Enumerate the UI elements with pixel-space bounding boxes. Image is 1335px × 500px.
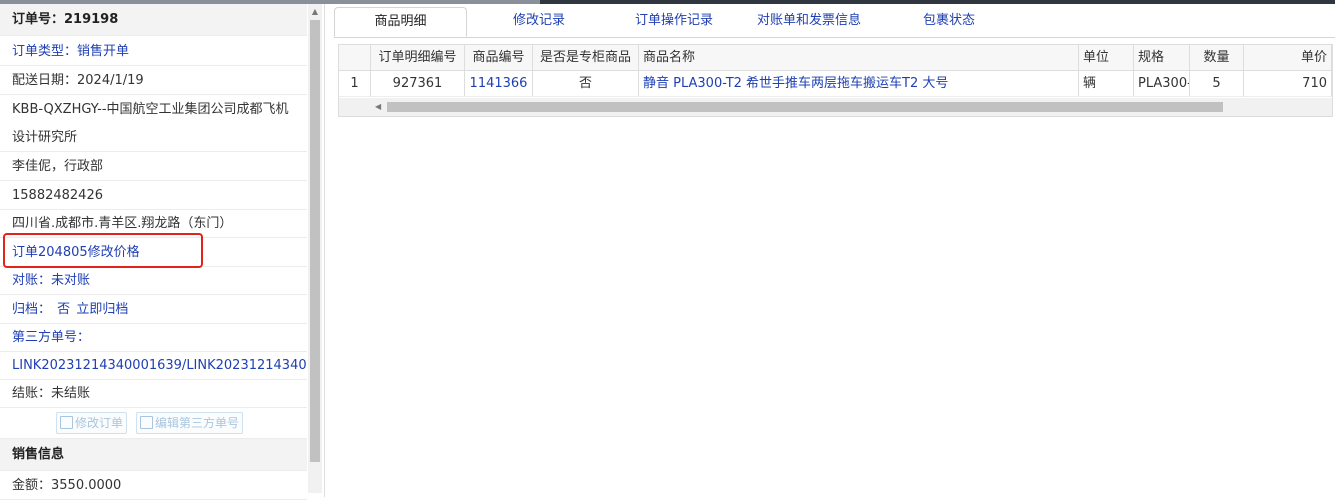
edit-icon [140,416,153,429]
company-name-line2: 设计研究所 [0,124,307,152]
archive-label: 归档： [12,302,52,317]
column-header-quantity[interactable]: 数量 [1190,45,1244,71]
edit-icon [60,416,73,429]
tab-package-status[interactable]: 包裹状态 [899,7,999,37]
scroll-up-icon[interactable]: ▲ [310,7,320,17]
column-header-product-id[interactable]: 商品编号 [465,45,533,71]
tab-statement-invoice[interactable]: 对账单和发票信息 [739,7,879,37]
sales-amount: 金额：3550.0000 [0,472,307,500]
column-header-spec[interactable]: 规格 [1134,45,1190,71]
tab-product-details[interactable]: 商品明细 [334,7,467,37]
archive-status: 归档： 否 立即归档 [0,296,307,324]
row-index: 1 [339,71,371,97]
column-header-unit[interactable]: 单位 [1079,45,1134,71]
order-type: 订单类型：销售开单 [0,38,307,66]
order-number-title: 订单号：219198 [0,4,307,36]
product-id-link[interactable]: 1141366 [465,71,533,97]
contact-phone: 15882482426 [0,182,307,210]
settlement-status: 结账：未结账 [0,380,307,408]
order-actions: 修改订单 编辑第三方单号 [0,408,307,439]
product-table: 订单明细编号 商品编号 是否是专柜商品 商品名称 单位 规格 数量 单价 1 9… [338,44,1333,117]
third-party-numbers[interactable]: LINK20231214340001639/LINK20231214340001… [0,352,307,380]
reconcile-status: 对账：未对账 [0,267,307,295]
edit-third-party-label: 编辑第三方单号 [155,416,240,430]
delivery-date: 配送日期：2024/1/19 [0,67,307,95]
table-horizontal-scrollbar[interactable]: ◀ [339,98,1332,116]
column-header-counter-product[interactable]: 是否是专柜商品 [533,45,639,71]
edit-third-party-button[interactable]: 编辑第三方单号 [136,412,244,434]
quantity: 5 [1190,71,1244,97]
scrollbar-thumb[interactable] [310,20,320,462]
spec: PLA300-T2 [1134,71,1190,97]
column-header-detail-id[interactable]: 订单明细编号 [371,45,465,71]
detail-tabs: 商品明细 修改记录 订单操作记录 对账单和发票信息 包裹状态 [334,7,1335,38]
column-header-unit-price[interactable]: 单价 [1244,45,1332,71]
column-header-product-name[interactable]: 商品名称 [639,45,1079,71]
archive-now-link[interactable]: 立即归档 [76,302,128,317]
counter-product: 否 [533,71,639,97]
tab-modify-records[interactable]: 修改记录 [484,7,594,37]
left-panel-scrollbar[interactable]: ▲ [308,4,322,493]
edit-order-label: 修改订单 [75,416,124,430]
contact-person: 李佳伲，行政部 [0,153,307,181]
company-name-line1: KBB-QXZHGY--中国航空工业集团公司成都飞机 [12,102,289,117]
unit: 辆 [1079,71,1134,97]
third-party-label: 第三方单号： [0,324,307,352]
edit-order-button[interactable]: 修改订单 [56,412,128,434]
product-name-link[interactable]: 静音 PLA300-T2 希世手推车两层拖车搬运车T2 大号 [639,71,1079,97]
detail-id: 927361 [371,71,465,97]
scroll-left-icon[interactable]: ◀ [375,102,381,111]
archive-value: 否 [57,302,71,317]
tab-order-operation-records[interactable]: 订单操作记录 [619,7,729,37]
highlight-box [3,233,203,268]
sales-info-title: 销售信息 [0,439,307,471]
unit-price: 710 [1244,71,1332,97]
scrollbar-thumb[interactable] [387,102,1223,112]
column-header-index [339,45,371,71]
